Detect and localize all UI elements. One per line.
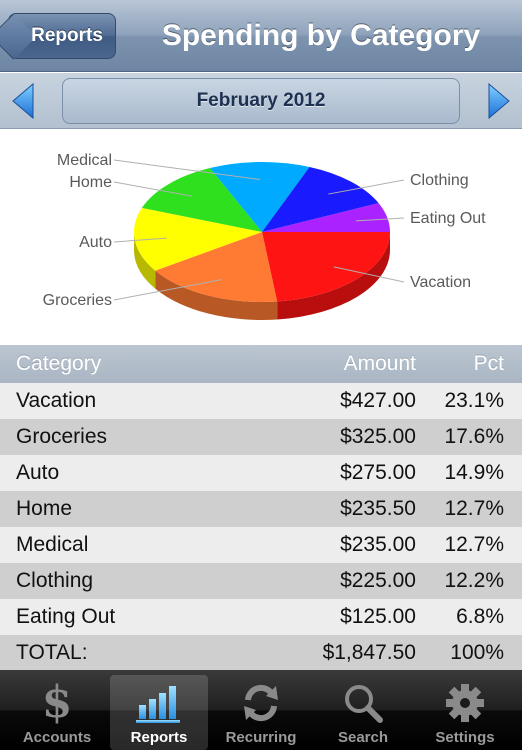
next-month-button[interactable] [482,81,516,121]
previous-month-button[interactable] [6,81,40,121]
back-button-label: Reports [31,25,103,46]
row-amount: $427.00 [340,389,416,412]
row-pct: 12.2% [444,569,504,592]
row-pct: 14.9% [444,461,504,484]
gear-icon [444,681,486,725]
pie-chart: Vacation Groceries Auto Home Medical Clothing… [0,130,522,344]
header-amount: Amount [343,352,416,375]
navigation-bar: Reports Spending by Category [0,0,522,72]
row-category: Groceries [16,425,108,448]
total-amount: $1,847.50 [322,641,416,664]
month-label[interactable]: February 2012 [62,78,460,124]
page-title: Spending by Category [161,19,481,52]
tab-bar: $ Accounts Reports Recurring Search Sett… [0,670,522,750]
row-amount: $275.00 [340,461,416,484]
total-row: TOTAL: $1,847.50 100% [0,635,522,671]
pie-label-vacation: Vacation [410,274,471,291]
left-arrow-icon [12,82,34,120]
total-pct: 100% [450,641,504,664]
pie-label-medical: Medical [57,152,112,169]
row-category: Home [16,497,73,520]
row-category: Auto [16,461,60,484]
category-table: Category Amount Pct Vacation $427.00 23.… [0,345,522,671]
tab-reports[interactable]: Reports [110,675,208,750]
row-amount: $235.50 [340,497,416,520]
pie-chart-svg: Vacation Groceries Auto Home Medical Clothing… [43,152,486,320]
header-category: Category [16,352,102,375]
row-pct: 23.1% [444,389,504,412]
tab-label: Recurring [225,729,297,746]
tab-label: Search [337,729,389,746]
pie-label-auto: Auto [79,234,112,251]
row-pct: 12.7% [444,497,504,520]
pie-label-eating-out: Eating Out [410,210,486,227]
table-row[interactable]: Groceries $325.00 17.6% [0,419,522,455]
row-amount: $235.00 [340,533,416,556]
tab-settings[interactable]: Settings [416,675,514,750]
dollar-icon: $ [41,677,73,728]
row-amount: $225.00 [340,569,416,592]
table-row[interactable]: Medical $235.00 12.7% [0,527,522,563]
search-icon [342,681,384,725]
pie-slice-vacation[interactable] [262,232,390,302]
row-pct: 17.6% [444,425,504,448]
pie-label-groceries: Groceries [43,292,112,309]
total-label: TOTAL: [16,641,88,664]
tab-label: Reports [130,729,188,746]
row-category: Vacation [16,389,97,412]
table-header: Category Amount Pct [0,345,522,383]
table-row[interactable]: Vacation $427.00 23.1% [0,383,522,419]
tab-accounts[interactable]: $ Accounts [8,675,106,750]
row-pct: 6.8% [456,605,504,628]
pie-label-home: Home [69,174,112,191]
table-row[interactable]: Home $235.50 12.7% [0,491,522,527]
bar-chart-icon [136,681,182,725]
tab-label: Accounts [22,729,92,746]
table-row[interactable]: Clothing $225.00 12.2% [0,563,522,599]
pie-label-clothing: Clothing [410,172,469,189]
reports-back-button[interactable]: Reports [8,13,116,59]
tab-search[interactable]: Search [314,675,412,750]
table-row[interactable]: Auto $275.00 14.9% [0,455,522,491]
table-row[interactable]: Eating Out $125.00 6.8% [0,599,522,635]
row-amount: $125.00 [340,605,416,628]
tab-recurring[interactable]: Recurring [212,675,310,750]
row-category: Medical [16,533,89,556]
header-pct: Pct [473,352,504,375]
row-amount: $325.00 [340,425,416,448]
recurring-icon [240,681,282,725]
row-pct: 12.7% [444,533,504,556]
right-arrow-icon [488,82,510,120]
tab-label: Settings [435,729,495,746]
row-category: Eating Out [16,605,116,628]
month-selector: February 2012 [0,73,522,129]
row-category: Clothing [16,569,94,592]
